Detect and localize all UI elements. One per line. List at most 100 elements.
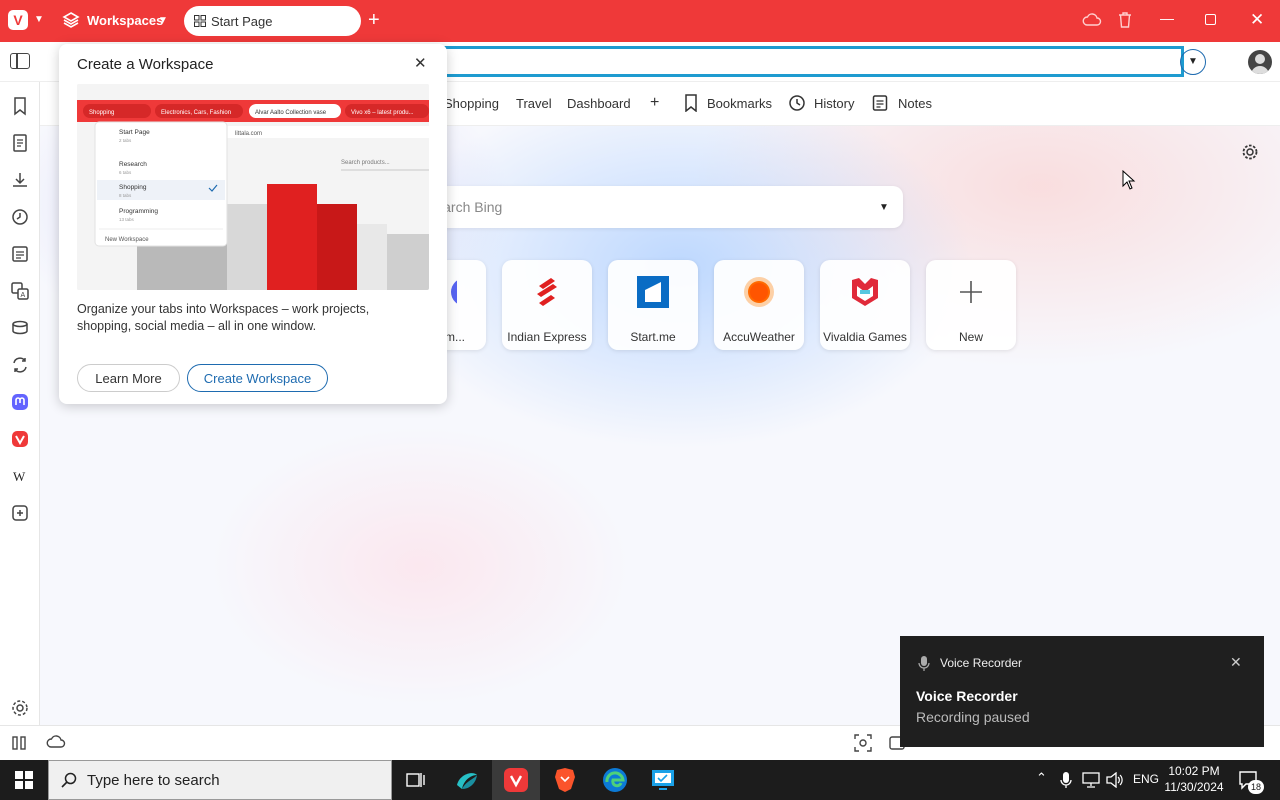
workspaces-button[interactable]: Workspaces — [87, 13, 163, 28]
downloads-icon[interactable] — [10, 170, 30, 190]
bookmark-travel[interactable]: Travel — [516, 96, 552, 111]
create-workspace-button[interactable]: Create Workspace — [187, 364, 328, 392]
plus-icon — [960, 281, 982, 303]
preview-menu-count: 8 tabs — [119, 193, 132, 198]
bookmarks-panel-button[interactable]: Bookmarks — [707, 96, 772, 111]
preview-menu-count: 13 tabs — [119, 217, 135, 222]
taskbar-search[interactable] — [48, 760, 392, 800]
notes-panel-icon[interactable] — [10, 244, 30, 264]
preview-search: Search products... — [341, 160, 390, 166]
new-tab-button[interactable]: + — [368, 9, 380, 31]
microphone-tray-icon[interactable] — [1060, 771, 1072, 789]
mastodon-icon[interactable] — [10, 392, 30, 412]
popup-description: Organize your tabs into Workspaces – wor… — [77, 302, 370, 333]
reading-list-icon[interactable] — [10, 133, 30, 153]
volume-icon[interactable] — [1106, 772, 1124, 788]
preview-menu-count: 6 tabs — [119, 170, 132, 175]
panel-toggle-icon[interactable] — [10, 53, 30, 69]
capture-icon[interactable] — [854, 734, 872, 752]
add-web-panel-icon[interactable] — [10, 503, 30, 523]
taskbar-clock[interactable]: 10:02 PM 11/30/2024 — [1158, 763, 1230, 795]
minimize-button[interactable]: — — [1160, 10, 1174, 26]
close-window-button[interactable]: ✕ — [1250, 10, 1264, 30]
edge-icon[interactable] — [602, 767, 628, 793]
cloud-icon[interactable] — [46, 734, 66, 750]
tray-chevron-up-icon[interactable]: ⌃ — [1036, 770, 1047, 786]
speed-dial-title: Vivaldia Games — [823, 330, 907, 344]
history-panel-icon[interactable] — [10, 207, 30, 227]
app-icon-swirl[interactable] — [454, 767, 480, 793]
popup-title: Create a Workspace — [77, 56, 214, 73]
speed-dial-indian-express[interactable]: Indian Express — [502, 260, 592, 350]
translate-icon[interactable]: A — [10, 281, 30, 301]
brave-icon[interactable] — [553, 767, 577, 793]
speed-dial-title: AccuWeather — [723, 330, 795, 344]
vivaldi-taskbar-icon[interactable] — [504, 768, 528, 792]
indian-express-icon — [537, 278, 557, 306]
chevron-down-icon[interactable]: ▼ — [34, 14, 44, 25]
cloud-sync-icon[interactable] — [1082, 11, 1102, 29]
workspace-preview-image: Shopping Electronics, Cars, Fashion Alva… — [77, 84, 429, 290]
url-dropdown-button[interactable]: ▼ — [1180, 49, 1206, 75]
preview-menu-item: Research — [119, 161, 147, 168]
speed-dial-title: Indian Express — [507, 330, 587, 344]
bookmark-icon[interactable] — [684, 94, 698, 112]
sync-icon[interactable] — [10, 355, 30, 375]
clock-date: 11/30/2024 — [1164, 780, 1224, 794]
trash-icon[interactable] — [1116, 11, 1134, 29]
chevron-down-icon[interactable]: ▼ — [158, 15, 168, 26]
history-icon[interactable] — [788, 94, 806, 112]
maximize-button[interactable] — [1205, 14, 1216, 25]
vivaldi-icon[interactable] — [10, 429, 30, 449]
windows-start-icon[interactable] — [15, 771, 33, 789]
speed-dial-new[interactable]: New — [926, 260, 1016, 350]
window-panel-icon[interactable] — [10, 318, 30, 338]
search-input[interactable] — [400, 186, 860, 228]
language-indicator[interactable]: ENG — [1133, 772, 1159, 786]
start-page-settings-icon[interactable] — [1240, 142, 1260, 162]
profile-avatar-icon[interactable] — [1248, 50, 1272, 74]
preview-menu-item: Start Page — [119, 129, 150, 136]
notification-body: Recording paused — [916, 709, 1030, 725]
workspaces-icon[interactable] — [62, 11, 80, 29]
grid-icon — [194, 15, 206, 27]
notification-close-button[interactable]: ✕ — [1230, 654, 1242, 671]
add-bookmark-button[interactable]: + — [650, 94, 659, 112]
vivaldi-menu-button[interactable]: V — [8, 10, 28, 30]
svg-text:W: W — [13, 469, 26, 484]
bookmarks-panel-icon[interactable] — [10, 96, 30, 116]
preview-tab: Shopping — [89, 110, 114, 116]
notification-app-name: Voice Recorder — [940, 656, 1023, 670]
notification-count-badge: 18 — [1248, 780, 1264, 794]
clock-time: 10:02 PM — [1168, 764, 1220, 778]
search-engine-dropdown-icon[interactable]: ▼ — [879, 202, 889, 213]
task-view-icon[interactable] — [406, 770, 426, 790]
preview-tab: Electronics, Cars, Fashion — [161, 110, 231, 116]
accuweather-icon — [744, 277, 774, 307]
wikipedia-icon[interactable]: W — [10, 466, 30, 486]
panel-toggle-icon[interactable] — [12, 736, 28, 750]
popup-close-button[interactable]: ✕ — [414, 54, 427, 72]
learn-more-button[interactable]: Learn More — [77, 364, 180, 392]
mouse-cursor-icon — [1122, 170, 1136, 190]
preview-menu-item: Shopping — [119, 184, 147, 191]
bookmark-shopping[interactable]: Shopping — [444, 96, 499, 111]
bookmark-dashboard[interactable]: Dashboard — [567, 96, 631, 111]
speed-dial-startme[interactable]: Start.me — [608, 260, 698, 350]
history-button[interactable]: History — [814, 96, 854, 111]
speed-dial-accuweather[interactable]: AccuWeather — [714, 260, 804, 350]
notes-button[interactable]: Notes — [898, 96, 932, 111]
notification-title: Voice Recorder — [916, 688, 1018, 704]
taskbar-search-input[interactable] — [87, 761, 387, 799]
remote-desktop-icon[interactable] — [650, 767, 676, 793]
settings-icon[interactable] — [10, 698, 30, 718]
tab-title: Start Page — [211, 14, 273, 29]
svg-text:A: A — [21, 292, 26, 299]
preview-new-workspace: New Workspace — [105, 237, 149, 243]
search-box[interactable] — [400, 186, 903, 228]
network-icon[interactable] — [1082, 772, 1100, 788]
preview-menu-count: 2 tabs — [119, 138, 132, 143]
notes-icon[interactable] — [872, 94, 889, 112]
microphone-icon — [918, 656, 930, 671]
speed-dial-vivaldia-games[interactable]: Vivaldia Games — [820, 260, 910, 350]
